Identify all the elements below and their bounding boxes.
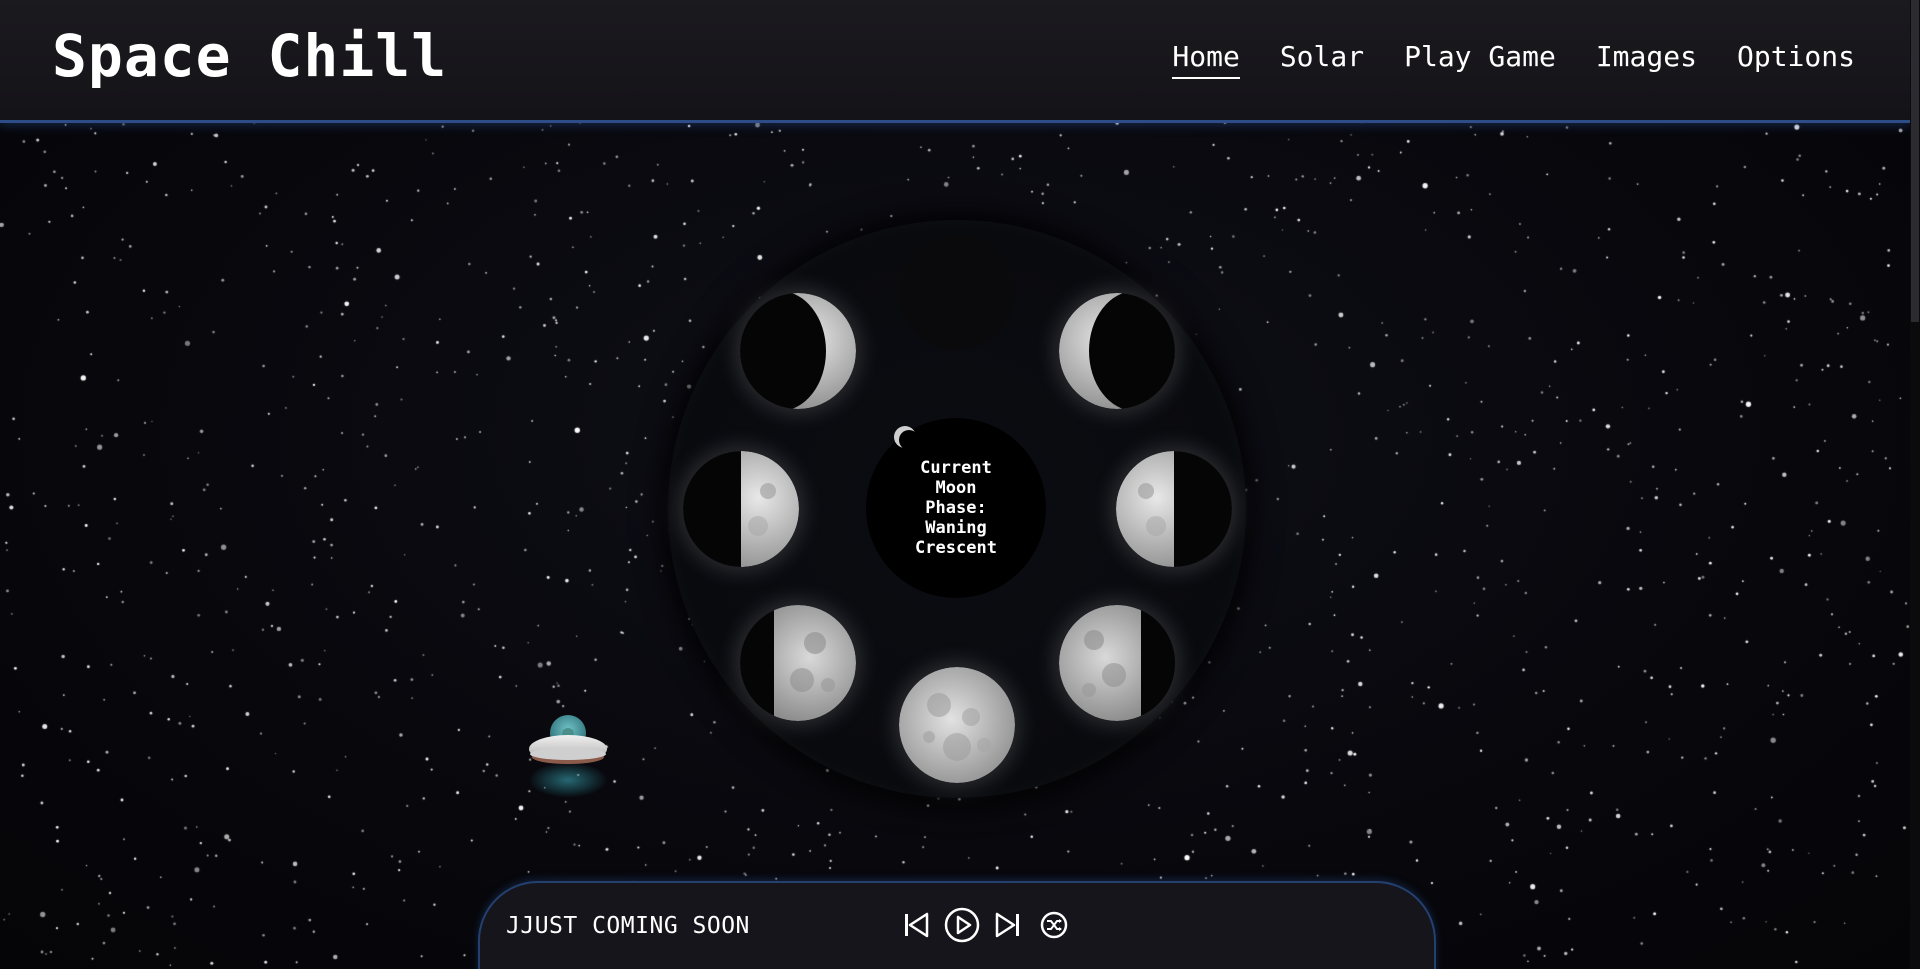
previous-icon: [905, 912, 929, 938]
shuffle-button[interactable]: [1036, 907, 1072, 943]
play-icon: [944, 907, 980, 943]
first-quarter-moon-icon: [1116, 451, 1232, 567]
previous-track-button[interactable]: [898, 907, 934, 943]
nav-item-play-game[interactable]: Play Game: [1404, 40, 1556, 79]
player-controls: [898, 907, 1072, 943]
nav-item-solar[interactable]: Solar: [1280, 40, 1364, 79]
music-player-bar: JJUST COMING SOON: [478, 881, 1436, 969]
nav-item-images[interactable]: Images: [1596, 40, 1697, 79]
waning-crescent-moon-icon: [740, 293, 856, 409]
mini-moon-indicator-icon: [893, 425, 919, 450]
next-icon: [995, 912, 1019, 938]
current-moon-phase-text: Current Moon Phase: Waning Crescent: [915, 458, 997, 558]
track-title: JJUST COMING SOON: [506, 913, 750, 939]
full-moon-icon: [899, 667, 1015, 783]
last-quarter-moon-icon: [683, 451, 799, 567]
main-nav: Home Solar Play Game Images Options: [1172, 40, 1855, 79]
nav-item-options[interactable]: Options: [1737, 40, 1855, 79]
site-header: Space Chill Home Solar Play Game Images …: [0, 0, 1910, 123]
waxing-crescent-moon-icon: [1059, 293, 1175, 409]
next-track-button[interactable]: [990, 907, 1026, 943]
page-scrollbar[interactable]: [1910, 0, 1920, 969]
site-logo-title[interactable]: Space Chill: [52, 22, 447, 90]
scrollbar-thumb[interactable]: [1911, 0, 1919, 322]
waning-gibbous-moon-icon: [740, 605, 856, 721]
play-button[interactable]: [944, 907, 980, 943]
shuffle-icon: [1040, 911, 1068, 939]
ufo-sprite-icon: [525, 708, 611, 800]
page: Space Chill Home Solar Play Game Images …: [0, 0, 1920, 969]
nav-item-home[interactable]: Home: [1172, 40, 1240, 79]
new-moon-icon: [899, 234, 1015, 350]
waxing-gibbous-moon-icon: [1059, 605, 1175, 721]
